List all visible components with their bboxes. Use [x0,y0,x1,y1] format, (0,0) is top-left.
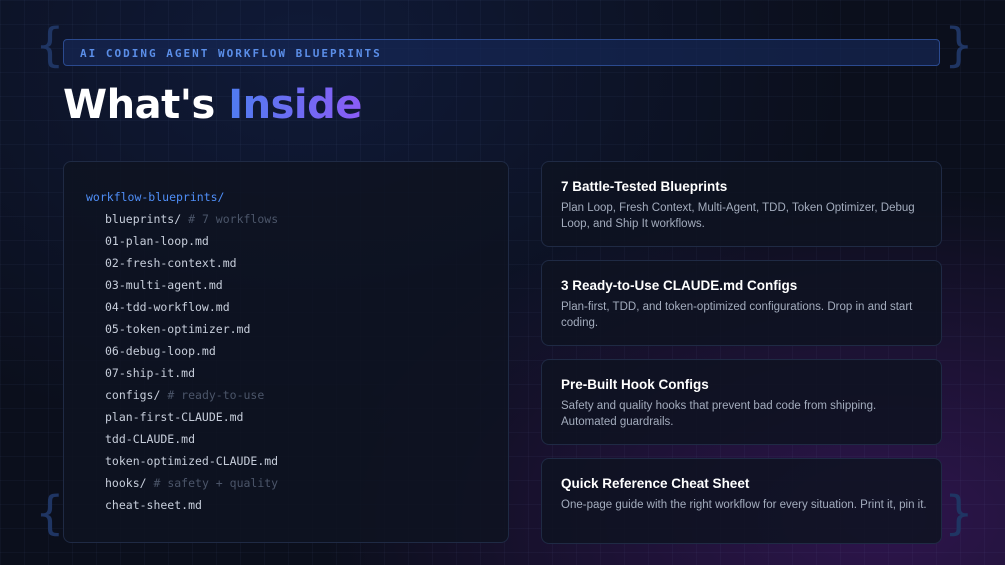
card-description: One-page guide with the right workflow f… [561,499,927,511]
tree-item: configs/ # ready-to-use [86,384,278,406]
tree-item-name: 03-multi-agent.md [105,278,223,292]
tree-item-name: 06-debug-loop.md [105,344,216,358]
tree-item-name: tdd-CLAUDE.md [105,432,196,446]
card-title: Pre-Built Hook Configs [561,377,709,392]
tree-item-name: 04-tdd-workflow.md [105,300,230,314]
brace-top-left-icon: { [36,18,64,72]
card-title: 3 Ready-to-Use CLAUDE.md Configs [561,278,798,293]
tree-item-comment: # 7 workflows [188,212,279,226]
page-title: What's Inside [63,82,362,128]
card-title: 7 Battle-Tested Blueprints [561,179,728,194]
tree-item: 07-ship-it.md [86,362,278,384]
brace-bottom-left-icon: { [36,486,64,540]
tree-item: hooks/ # safety + quality [86,472,278,494]
tree-item: plan-first-CLAUDE.md [86,406,278,428]
tree-item: 01-plan-loop.md [86,230,278,252]
tree-item-name: configs/ [105,388,161,402]
tree-item-name: cheat-sheet.md [105,498,202,512]
tree-item-name: 07-ship-it.md [105,366,196,380]
brace-bottom-right-icon: } [945,486,973,540]
file-tree-panel: workflow-blueprints/blueprints/ # 7 work… [63,161,509,543]
title-main: What's [63,82,215,128]
tree-item-name: plan-first-CLAUDE.md [105,410,244,424]
tree-item-comment: # safety + quality [153,476,279,490]
tree-item: tdd-CLAUDE.md [86,428,278,450]
tree-item: 02-fresh-context.md [86,252,278,274]
tag-banner: AI CODING AGENT WORKFLOW BLUEPRINTS [63,39,940,66]
tree-item-name: blueprints/ [105,212,182,226]
card-description: Safety and quality hooks that prevent ba… [561,400,877,428]
card-title: Quick Reference Cheat Sheet [561,476,750,491]
feature-card: 3 Ready-to-Use CLAUDE.md Configs Plan-fi… [541,260,942,346]
tree-item: 06-debug-loop.md [86,340,278,362]
tree-item: token-optimized-CLAUDE.md [86,450,278,472]
card-description: Plan Loop, Fresh Context, Multi-Agent, T… [561,202,915,230]
tree-item: cheat-sheet.md [86,494,278,516]
file-tree: workflow-blueprints/blueprints/ # 7 work… [86,186,278,516]
feature-card: 7 Battle-Tested Blueprints Plan Loop, Fr… [541,161,942,247]
tree-item-comment: # ready-to-use [167,388,265,402]
tree-item-name: 01-plan-loop.md [105,234,209,248]
tree-item: 04-tdd-workflow.md [86,296,278,318]
tree-root: workflow-blueprints/ [86,186,278,208]
feature-card: Quick Reference Cheat Sheet One-page gui… [541,458,942,544]
brace-top-right-icon: } [945,18,973,72]
tree-item: blueprints/ # 7 workflows [86,208,278,230]
card-description: Plan-first, TDD, and token-optimized con… [561,301,913,329]
tree-item-name: 02-fresh-context.md [105,256,237,270]
title-accent: Inside [228,82,362,128]
tree-item: 03-multi-agent.md [86,274,278,296]
tree-item-name: workflow-blueprints/ [86,190,225,204]
tree-item-name: hooks/ [105,476,147,490]
tree-item: 05-token-optimizer.md [86,318,278,340]
tree-item-name: 05-token-optimizer.md [105,322,251,336]
tag-label: AI CODING AGENT WORKFLOW BLUEPRINTS [80,47,382,60]
feature-card: Pre-Built Hook Configs Safety and qualit… [541,359,942,445]
tree-item-name: token-optimized-CLAUDE.md [105,454,279,468]
